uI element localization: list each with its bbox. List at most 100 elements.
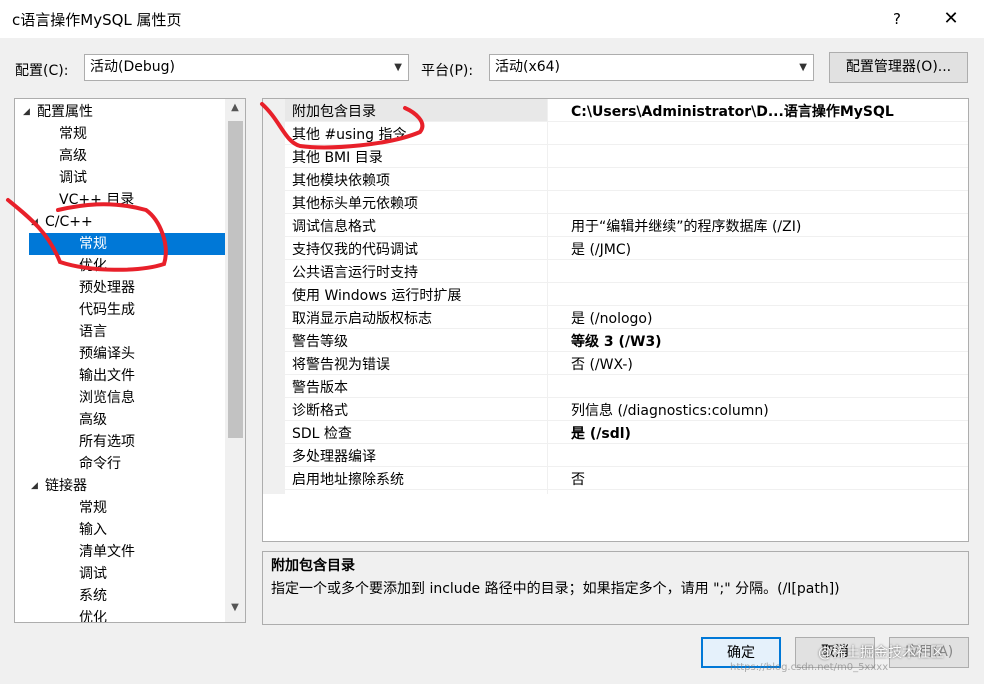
tree-item-label: 所有选项	[79, 434, 135, 450]
tree-item[interactable]: 预处理器	[79, 277, 135, 299]
scroll-down-icon[interactable]: ▼	[225, 602, 245, 613]
grid-gutter	[263, 99, 285, 494]
tree-item-label: 输入	[79, 522, 107, 538]
property-value[interactable]: C:\Users\Administrator\D...语言操作MySQL	[571, 101, 894, 121]
description-title: 附加包含目录	[271, 558, 355, 574]
tree-item[interactable]: 浏览信息	[79, 387, 135, 409]
scroll-up-icon[interactable]: ▲	[225, 102, 245, 113]
description-panel: 附加包含目录 指定一个或多个要添加到 include 路径中的目录；如果指定多个…	[262, 551, 969, 625]
tree-item[interactable]: 清单文件	[79, 541, 135, 563]
tree-item[interactable]: 调试	[79, 563, 107, 585]
property-grid[interactable]: 附加包含目录 C:\Users\Administrator\D...语言操作MyS…	[262, 98, 969, 542]
watermark-text: @稀土掘金技术社区	[818, 645, 944, 661]
config-dropdown-value: 活动(Debug)	[90, 59, 175, 75]
property-value[interactable]: 否 (/WX-)	[571, 354, 633, 374]
property-row[interactable]: 诊断格式 列信息 (/diagnostics:column)	[285, 398, 968, 421]
property-name: 将警告视为错误	[292, 357, 390, 373]
tree-item[interactable]: 输入	[79, 519, 107, 541]
expand-arrow-icon[interactable]: ◢	[31, 211, 38, 233]
tree-item[interactable]: 输出文件	[79, 365, 135, 387]
tree-item[interactable]: 调试	[59, 167, 87, 189]
property-name: SDL 检查	[292, 426, 352, 442]
property-row[interactable]: 将警告视为错误 否 (/WX-)	[285, 352, 968, 375]
config-label: 配置(C):	[15, 63, 69, 79]
tree-item-label: 系统	[79, 588, 107, 604]
property-tree[interactable]: ◢ 配置属性 常规 高级 调试 VC++ 目录 ◢ C/C++ 常规 优化 预处理器 代码生成 语言 预编…	[14, 98, 246, 623]
property-row[interactable]: 附加包含目录 C:\Users\Administrator\D...语言操作MyS…	[285, 99, 968, 122]
tree-item[interactable]: 高级	[59, 145, 87, 167]
tree-item[interactable]: 常规	[59, 123, 87, 145]
property-name: 公共语言运行时支持	[292, 265, 418, 281]
tree-item[interactable]: 常规	[79, 497, 107, 519]
expand-arrow-icon[interactable]: ◢	[23, 101, 30, 123]
property-row[interactable]: 取消显示启动版权标志 是 (/nologo)	[285, 306, 968, 329]
property-name: 其他 #using 指令	[292, 127, 407, 143]
tree-item[interactable]: 优化	[79, 607, 107, 622]
tree-item-label: 命令行	[79, 456, 121, 472]
property-row[interactable]: 多处理器编译	[285, 444, 968, 467]
property-row[interactable]: SDL 检查 是 (/sdl)	[285, 421, 968, 444]
config-manager-button[interactable]: 配置管理器(O)...	[829, 52, 968, 83]
tree-item-label: VC++ 目录	[59, 192, 135, 208]
property-value[interactable]: 是 (/JMC)	[571, 239, 631, 259]
property-row[interactable]: 调试信息格式 用于“编辑并继续”的程序数据库 (/ZI)	[285, 214, 968, 237]
tree-item-label: 配置属性	[37, 104, 93, 120]
property-name: 附加包含目录	[292, 104, 376, 120]
property-name: 启用地址擦除系统	[292, 472, 404, 488]
tree-item[interactable]: 代码生成	[79, 299, 135, 321]
tree-item-label: 常规	[79, 500, 107, 516]
property-name: 多处理器编译	[292, 449, 376, 465]
property-row[interactable]: 支持仅我的代码调试 是 (/JMC)	[285, 237, 968, 260]
tree-item[interactable]: 命令行	[79, 453, 121, 475]
property-name: 调试信息格式	[292, 219, 376, 235]
tree-item-label: 调试	[59, 170, 87, 186]
window-title: c语言操作MySQL 属性页	[12, 11, 182, 29]
tree-item-label: 预编译头	[79, 346, 135, 362]
tree-item[interactable]: 高级	[79, 409, 107, 431]
property-name: 警告版本	[292, 380, 348, 396]
tree-item[interactable]: 所有选项	[79, 431, 135, 453]
tree-item-label: 高级	[79, 412, 107, 428]
help-button[interactable]: ?	[884, 6, 910, 32]
tree-item-label: 浏览信息	[79, 390, 135, 406]
property-value[interactable]: 是 (/nologo)	[571, 308, 652, 328]
property-name: 警告等级	[292, 334, 348, 350]
property-row[interactable]: 其他 #using 指令	[285, 122, 968, 145]
tree-item[interactable]: VC++ 目录	[59, 189, 134, 211]
tree-item-label: 高级	[59, 148, 87, 164]
tree-item[interactable]: 优化	[79, 255, 107, 277]
property-name: 支持仅我的代码调试	[292, 242, 418, 258]
property-name: 其他 BMI 目录	[292, 150, 383, 166]
tree-scroll-thumb[interactable]	[228, 121, 243, 438]
tree-item[interactable]: ◢ 配置属性	[23, 101, 93, 123]
platform-label: 平台(P):	[421, 63, 474, 79]
tree-item-label: 优化	[79, 258, 107, 274]
tree-item-label: 清单文件	[79, 544, 135, 560]
close-button[interactable]: ✕	[938, 6, 964, 32]
platform-dropdown[interactable]: 活动(x64) ▼	[489, 54, 814, 81]
tree-item-label: 代码生成	[79, 302, 135, 318]
property-row[interactable]: 使用 Windows 运行时扩展	[285, 283, 968, 306]
tree-item[interactable]: 语言	[79, 321, 107, 343]
property-row[interactable]: 警告版本	[285, 375, 968, 398]
property-value[interactable]: 否	[571, 469, 585, 489]
tree-item[interactable]: ◢ 链接器	[31, 475, 87, 497]
property-row[interactable]: 其他模块依赖项	[285, 168, 968, 191]
property-row[interactable]: 其他标头单元依赖项	[285, 191, 968, 214]
tree-item[interactable]: 预编译头	[79, 343, 135, 365]
config-dropdown[interactable]: 活动(Debug) ▼	[84, 54, 409, 81]
expand-arrow-icon[interactable]: ◢	[31, 475, 38, 497]
description-text: 指定一个或多个要添加到 include 路径中的目录；如果指定多个，请用 ";"…	[271, 581, 840, 597]
property-value[interactable]: 是 (/sdl)	[571, 423, 631, 443]
tree-item[interactable]: 系统	[79, 585, 107, 607]
property-value[interactable]: 用于“编辑并继续”的程序数据库 (/ZI)	[571, 216, 801, 236]
tree-item[interactable]: 常规	[29, 233, 225, 255]
property-value[interactable]: 等级 3 (/W3)	[571, 331, 662, 351]
tree-item[interactable]: ◢ C/C++	[31, 211, 93, 233]
title-bar: c语言操作MySQL 属性页 ? ✕	[0, 0, 984, 38]
property-row[interactable]: 公共语言运行时支持	[285, 260, 968, 283]
property-row[interactable]: 其他 BMI 目录	[285, 145, 968, 168]
property-row[interactable]: 警告等级 等级 3 (/W3)	[285, 329, 968, 352]
property-row[interactable]: 启用地址擦除系统 否	[285, 467, 968, 490]
property-value[interactable]: 列信息 (/diagnostics:column)	[571, 400, 769, 420]
